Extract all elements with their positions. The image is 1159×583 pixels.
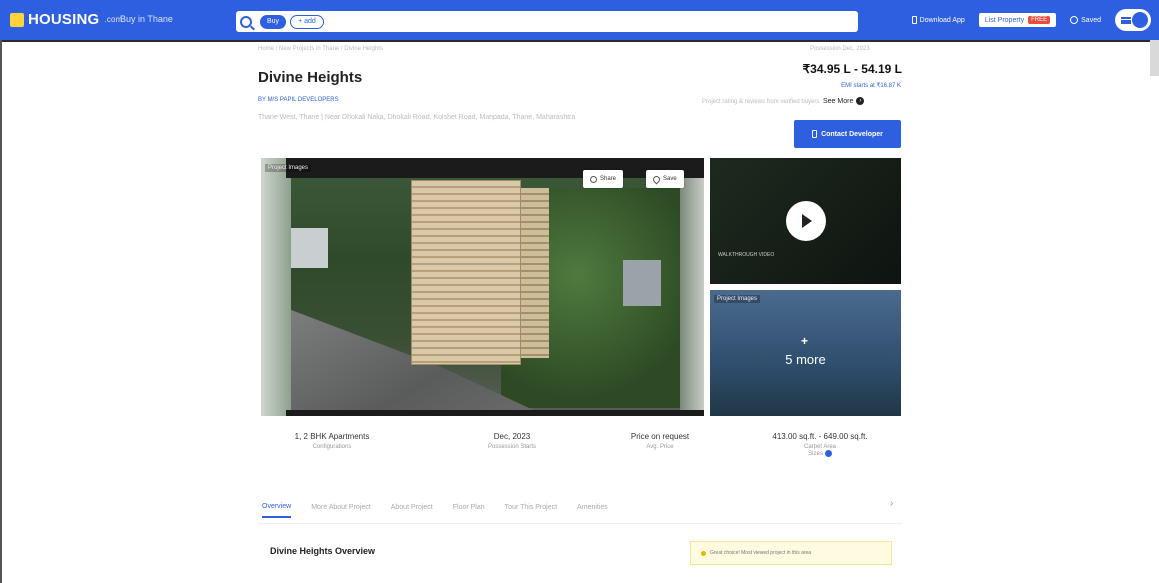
download-app-label: Download App xyxy=(919,16,965,24)
page-title: Divine Heights xyxy=(258,69,363,86)
stat-label: Configurations xyxy=(312,444,352,450)
stat-configurations: 1, 2 BHK Apartments Configurations xyxy=(262,432,402,450)
frame-divider xyxy=(0,40,1159,42)
scrollbar-stub[interactable] xyxy=(1150,40,1159,76)
stat-possession: Dec, 2023 Possession Starts xyxy=(452,432,572,450)
heart-outline-icon xyxy=(1070,16,1079,24)
highlight-text: Great choice! Most viewed project in thi… xyxy=(710,550,812,556)
more-images-thumbnail[interactable]: Project Images + 5 more xyxy=(710,290,901,416)
video-thumbnail[interactable]: WALKTHROUGH VIDEO xyxy=(710,158,901,284)
avatar xyxy=(1132,12,1148,28)
heart-icon xyxy=(651,174,662,184)
logo-text: HOUSING xyxy=(28,11,100,28)
hamburger-icon xyxy=(1121,16,1131,24)
play-icon[interactable] xyxy=(786,201,826,241)
phone-icon xyxy=(911,16,917,24)
star-icon xyxy=(701,550,706,556)
project-images-label: Project Images xyxy=(265,164,312,172)
sizes-label: Sizes xyxy=(808,450,823,457)
profile-menu-button[interactable] xyxy=(1115,9,1151,31)
see-more-label: See More xyxy=(823,97,854,105)
stat-value: Price on request xyxy=(630,432,690,441)
stat-label: Possession Starts xyxy=(487,444,537,450)
stat-value: 413.00 sq.ft. - 649.00 sq.ft. xyxy=(772,432,868,441)
possession-summary: Possession Dec, 2023 xyxy=(810,46,870,52)
image-building-right xyxy=(623,260,661,306)
tab-overview[interactable]: Overview xyxy=(262,503,292,518)
highlight-banner: Great choice! Most viewed project in thi… xyxy=(690,541,892,565)
image-building-left xyxy=(288,228,328,268)
more-images-count: 5 more xyxy=(785,352,826,367)
price-range: ₹34.95 L - 54.19 L xyxy=(802,62,902,76)
save-label: Save xyxy=(663,176,677,182)
project-address: Thane West, Thane | Near Dhokali Naka, D… xyxy=(258,114,576,121)
list-property-label: List Property xyxy=(984,16,1025,24)
top-nav-bar: HOUSING .com Buy in Thane Buy + add Down… xyxy=(0,0,1159,40)
stat-avg-price: Price on request Avg. Price xyxy=(600,432,720,450)
chevron-right-icon[interactable]: › xyxy=(890,498,893,509)
image-tower xyxy=(411,180,521,365)
see-more-link[interactable]: See More › xyxy=(823,97,865,105)
emi-link[interactable]: EMI starts at ₹16.87 K xyxy=(841,82,901,89)
tab-amenities[interactable]: Amenities xyxy=(577,504,608,517)
tab-more-about-project[interactable]: More About Project xyxy=(311,504,371,517)
stat-label: Avg. Price xyxy=(646,444,674,450)
share-label: Share xyxy=(600,176,617,182)
search-icon xyxy=(240,15,252,28)
overview-heading: Divine Heights Overview xyxy=(270,546,376,556)
search-chip-buy[interactable]: Buy xyxy=(260,14,287,29)
frame-left-edge xyxy=(0,40,3,583)
share-icon xyxy=(590,175,597,183)
sizes-info[interactable]: Sizes xyxy=(740,450,900,457)
saved-label: Saved xyxy=(1081,16,1101,24)
contact-developer-button[interactable]: Contact Developer xyxy=(794,120,901,148)
phone-icon xyxy=(812,130,818,138)
image-left-edge xyxy=(261,158,291,416)
developer-link[interactable]: BY M/S PAPIL DEVELOPERS xyxy=(258,97,339,103)
stat-value: 1, 2 BHK Apartments xyxy=(294,432,370,441)
tab-tour-project[interactable]: Tour This Project xyxy=(505,504,557,517)
image-right-edge xyxy=(680,158,704,416)
reviews-note: Project rating & reviews from verified b… xyxy=(702,99,820,105)
saved-link[interactable]: Saved xyxy=(1070,16,1101,24)
main-project-image[interactable]: Project Images Share Save xyxy=(261,158,704,416)
breadcrumb[interactable]: Home / New Projects in Thane / Divine He… xyxy=(258,46,383,52)
search-bar[interactable]: Buy + add xyxy=(236,11,858,32)
logo-mark-icon xyxy=(10,12,24,27)
nav-actions: Download App List Property FREE Saved xyxy=(911,9,1151,31)
video-label: WALKTHROUGH VIDEO xyxy=(718,252,775,258)
stat-carpet-area: 413.00 sq.ft. - 649.00 sq.ft. Carpet Are… xyxy=(740,432,900,457)
tab-about-project[interactable]: About Project xyxy=(391,504,433,517)
plus-icon: + xyxy=(801,334,809,348)
search-chip-add[interactable]: + add xyxy=(290,14,324,29)
tab-floor-plan[interactable]: Floor Plan xyxy=(453,504,485,517)
download-app-link[interactable]: Download App xyxy=(911,16,965,24)
city-selector[interactable]: Buy in Thane xyxy=(120,14,173,24)
free-badge: FREE xyxy=(1028,16,1051,24)
chevron-right-icon: › xyxy=(856,97,865,105)
housing-logo[interactable]: HOUSING .com xyxy=(10,11,123,28)
more-images-label: Project Images xyxy=(714,295,761,303)
section-tabs: Overview More About Project About Projec… xyxy=(262,495,902,525)
info-icon xyxy=(824,450,832,457)
stat-value: Dec, 2023 xyxy=(493,432,531,441)
tabs-divider xyxy=(258,523,902,524)
image-top-band xyxy=(286,158,704,178)
image-bottom-band xyxy=(286,410,704,416)
contact-developer-label: Contact Developer xyxy=(821,130,883,138)
share-button[interactable]: Share xyxy=(583,170,624,188)
save-button[interactable]: Save xyxy=(646,170,684,188)
list-property-button[interactable]: List Property FREE xyxy=(978,13,1057,27)
